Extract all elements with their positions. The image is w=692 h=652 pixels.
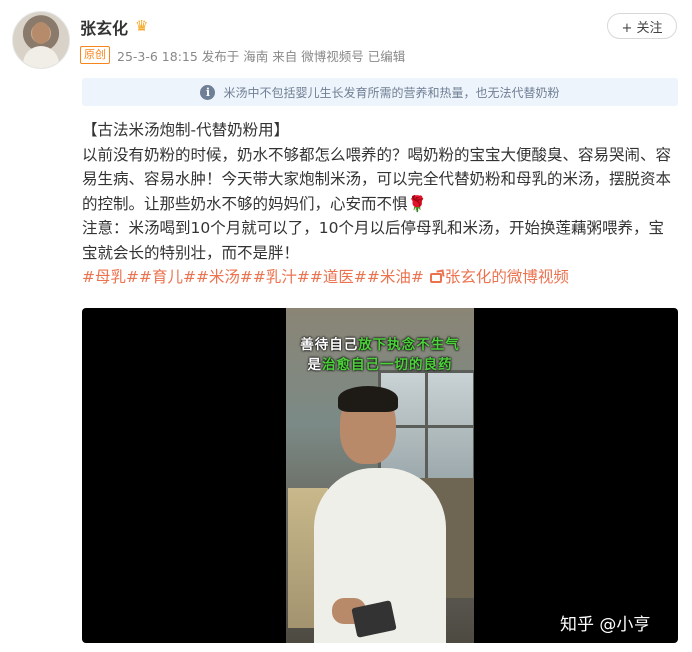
info-icon: i [200, 84, 216, 100]
caption-2-green: 治愈自己一切的良药 [322, 357, 453, 373]
caption-1-white: 善待自己 [300, 337, 359, 353]
hashtags-line: #母乳##育儿##米汤##乳汁##道医##米油# 张玄化的微博视频 [82, 265, 678, 290]
post-paragraph-2: 注意：米汤喝到10个月就可以了，10个月以后停母乳和米汤，开始换莲藕粥喂养，宝宝… [82, 219, 664, 262]
video-link-icon [429, 273, 442, 283]
rose-icon: 🌹 [407, 194, 427, 213]
video-player[interactable]: 善待自己放下执念不生气 是治愈自己一切的良药 [82, 308, 678, 643]
info-notice: i 米汤中不包括婴儿生长发育所需的营养和热量，也无法代替奶粉 [82, 78, 678, 106]
video-frame: 善待自己放下执念不生气 是治愈自己一切的良药 [286, 308, 474, 643]
video-caption-line-1: 善待自己放下执念不生气 [286, 333, 474, 353]
post-paragraph-1: 以前没有奶粉的时候，奶水不够都怎么喂养的？喝奶粉的宝宝大便酸臭、容易哭闹、容易生… [82, 143, 678, 217]
avatar-figure-body [23, 46, 59, 68]
notice-text: 米汤中不包括婴儿生长发育所需的营养和热量，也无法代替奶粉 [223, 85, 560, 100]
caption-2-white: 是 [307, 357, 322, 373]
hashtags[interactable]: #母乳##育儿##米汤##乳汁##道医##米油# [82, 268, 424, 286]
verified-crown-icon: ♛ [135, 17, 149, 35]
video-link[interactable]: 张玄化的微博视频 [445, 268, 569, 286]
person-hair [338, 386, 398, 412]
paragraph-1-text: 以前没有奶粉的时候，奶水不够都怎么喂养的？喝奶粉的宝宝大便酸臭、容易哭闹、容易生… [82, 145, 672, 213]
post-title: 【古法米汤炮制-代替奶粉用】 [82, 121, 290, 139]
post-content: 【古法米汤炮制-代替奶粉用】 以前没有奶粉的时候，奶水不够都怎么喂养的？喝奶粉的… [82, 118, 678, 290]
caption-1-green: 放下执念不生气 [358, 337, 460, 353]
original-badge: 原创 [80, 46, 110, 64]
follow-button[interactable]: + 关注 [607, 13, 677, 39]
author-name[interactable]: 张玄化 [80, 15, 128, 39]
avatar-figure-head [32, 22, 50, 44]
video-caption-line-2: 是治愈自己一切的良药 [286, 353, 474, 373]
author-avatar[interactable] [12, 11, 70, 69]
post-meta: 25-3-6 18:15 发布于 海南 来自 微博视频号 已编辑 [117, 49, 406, 64]
zhihu-watermark: 知乎 @小亨 [560, 615, 651, 635]
